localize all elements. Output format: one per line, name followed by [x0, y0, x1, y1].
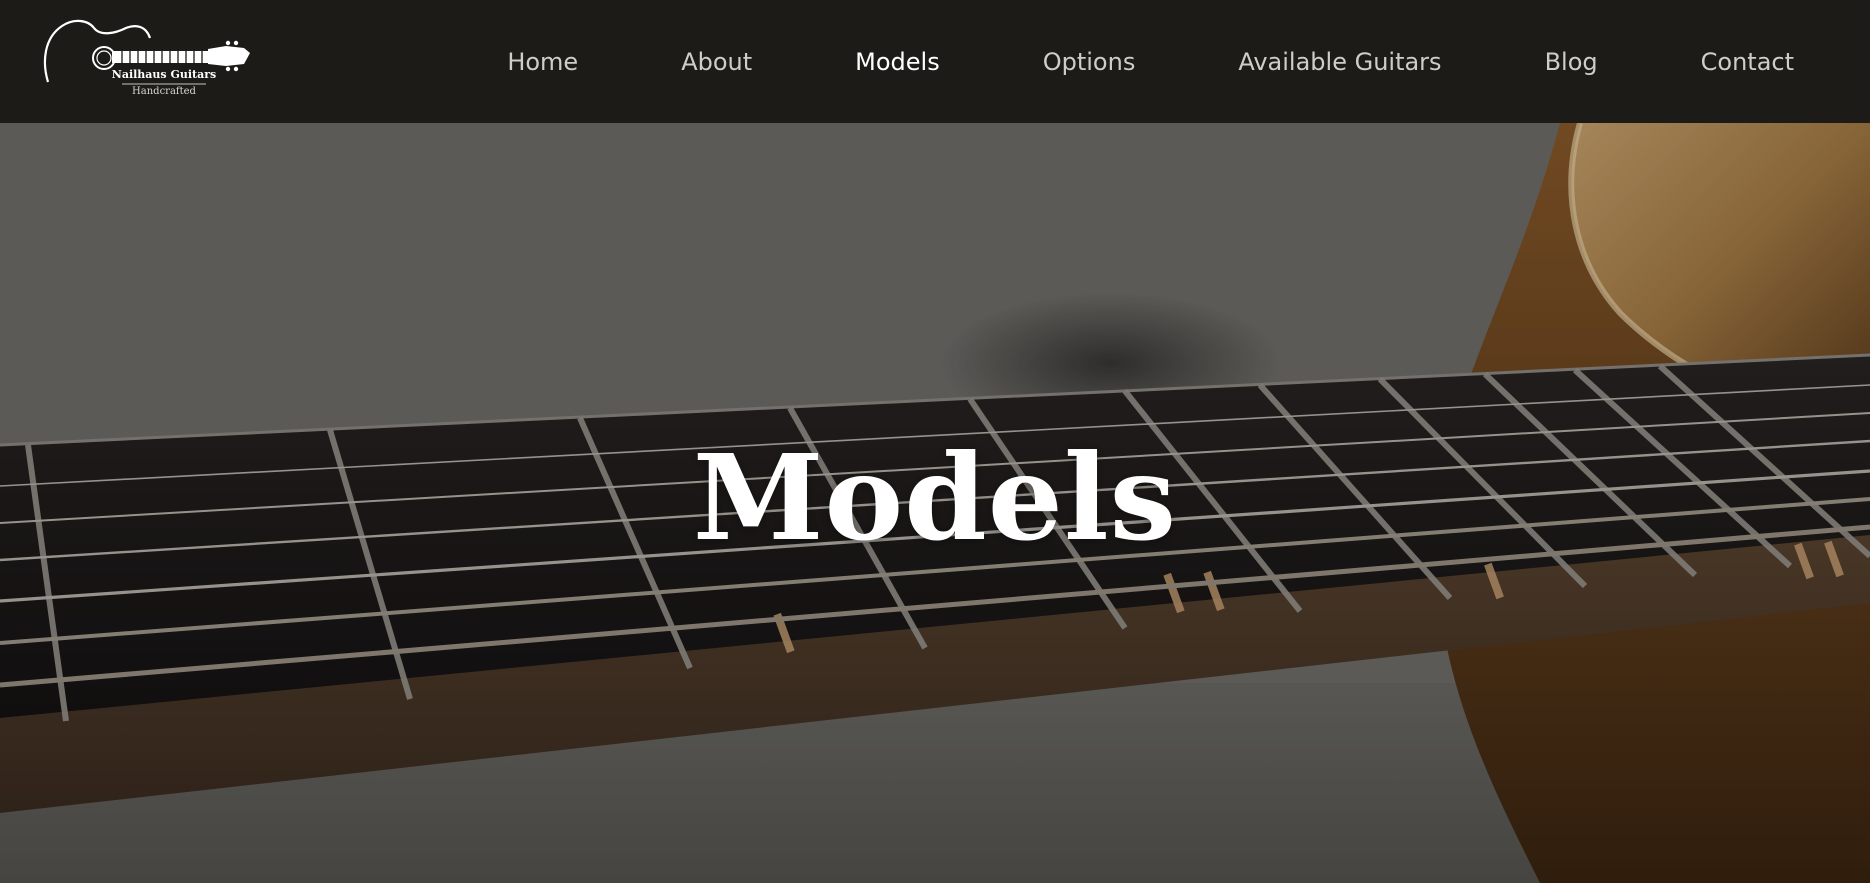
nav-blog[interactable]: Blog	[1545, 48, 1598, 76]
page-title: Models	[692, 428, 1178, 567]
nav-available-guitars[interactable]: Available Guitars	[1238, 48, 1441, 76]
nav-home[interactable]: Home	[507, 48, 578, 76]
brand-tagline: Handcrafted	[132, 86, 197, 97]
brand-name: Nailhaus Guitars	[112, 68, 216, 81]
nav-contact[interactable]: Contact	[1701, 48, 1794, 76]
site-logo[interactable]: Nailhaus Guitars Handcrafted	[42, 18, 254, 102]
main-nav: Home About Models Options Available Guit…	[507, 0, 1870, 123]
nav-models[interactable]: Models	[855, 48, 940, 76]
hero-banner: Models	[0, 123, 1870, 883]
nav-options[interactable]: Options	[1043, 48, 1136, 76]
nav-about[interactable]: About	[681, 48, 752, 76]
guitar-logo-icon: Nailhaus Guitars Handcrafted	[43, 19, 250, 97]
site-header: Nailhaus Guitars Handcrafted Home About …	[0, 0, 1870, 123]
